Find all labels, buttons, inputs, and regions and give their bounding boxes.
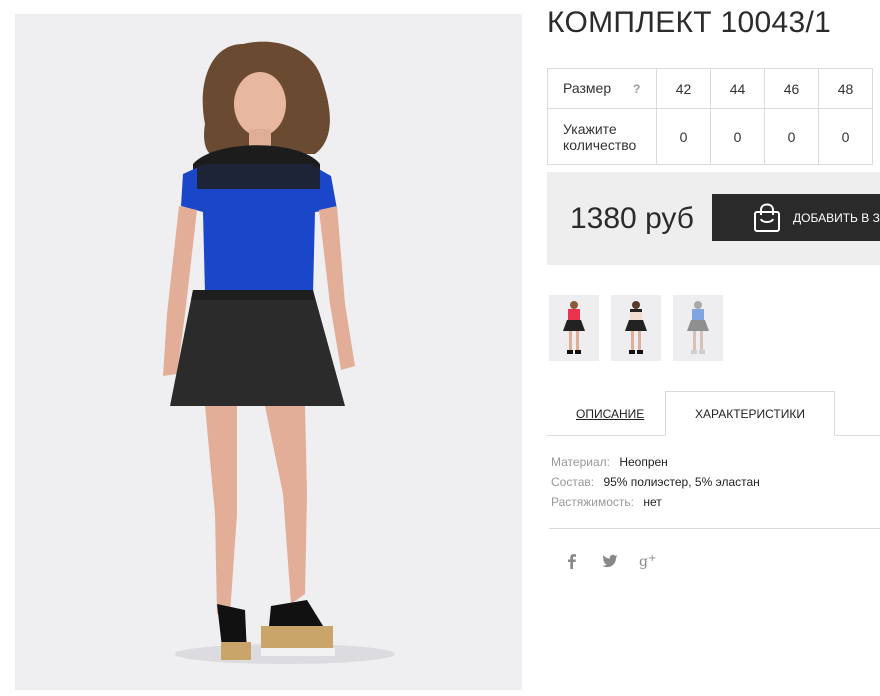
shopping-bag-icon [754, 203, 780, 232]
size-42: 42 [656, 68, 711, 109]
product-main-photo[interactable] [15, 14, 522, 690]
help-icon[interactable]: ? [633, 81, 640, 97]
size-label: Размер [563, 80, 612, 96]
add-to-cart-button[interactable]: ДОБАВИТЬ В З [712, 194, 880, 241]
size-quantity-table: Размер ? 42 44 46 48 Укажите количество … [547, 68, 873, 165]
social-share-bar: g + [563, 552, 657, 570]
twitter-icon[interactable] [601, 552, 619, 570]
quantity-input-42[interactable]: 0 [656, 108, 711, 165]
add-to-cart-label: ДОБАВИТЬ В З [793, 210, 880, 225]
model-illustration [163, 41, 395, 664]
size-48: 48 [818, 68, 873, 109]
tab-characteristics[interactable]: ХАРАКТЕРИСТИКИ [665, 391, 835, 436]
quantity-input-44[interactable]: 0 [710, 108, 765, 165]
spec-key: Растяжимость: [551, 495, 635, 509]
thumbnail-light-blue-image [687, 301, 709, 354]
quantity-label-line2: количество [563, 136, 637, 153]
thumbnail-light-blue[interactable] [673, 295, 723, 361]
section-divider [549, 528, 880, 529]
tab-description[interactable]: ОПИСАНИЕ [576, 407, 644, 421]
size-44: 44 [710, 68, 765, 109]
facebook-icon[interactable] [563, 552, 581, 570]
quantity-label-cell: Укажите количество [547, 108, 657, 165]
thumbnail-pink[interactable] [549, 295, 599, 361]
svg-text:g: g [639, 554, 648, 570]
size-46: 46 [764, 68, 819, 109]
spec-value: 95% полиэстер, 5% эластан [603, 475, 760, 489]
svg-text:+: + [648, 553, 656, 564]
purchase-panel: 1380 руб ДОБАВИТЬ В З [547, 172, 880, 265]
thumbnail-pink-image [563, 301, 585, 354]
spec-row-composition: Состав: 95% полиэстер, 5% эластан [551, 474, 760, 494]
spec-row-material: Материал: Неопрен [551, 454, 760, 474]
google-plus-icon[interactable]: g + [639, 552, 657, 570]
thumbnail-beige-image [625, 301, 647, 354]
thumbnail-strip [549, 295, 723, 361]
quantity-input-46[interactable]: 0 [764, 108, 819, 165]
product-price: 1380 руб [570, 202, 694, 235]
spec-row-stretch: Растяжимость: нет [551, 494, 760, 514]
quantity-input-48[interactable]: 0 [818, 108, 873, 165]
thumbnail-beige[interactable] [611, 295, 661, 361]
spec-key: Состав: [551, 475, 595, 489]
specs-list: Материал: Неопрен Состав: 95% полиэстер,… [551, 454, 760, 514]
spec-key: Материал: [551, 455, 610, 469]
quantity-label-line1: Укажите [563, 120, 617, 137]
spec-value: Неопрен [619, 455, 668, 469]
size-label-cell: Размер ? [547, 68, 657, 109]
product-title: КОМПЛЕКТ 10043/1 [547, 6, 832, 39]
spec-value: нет [643, 495, 662, 509]
